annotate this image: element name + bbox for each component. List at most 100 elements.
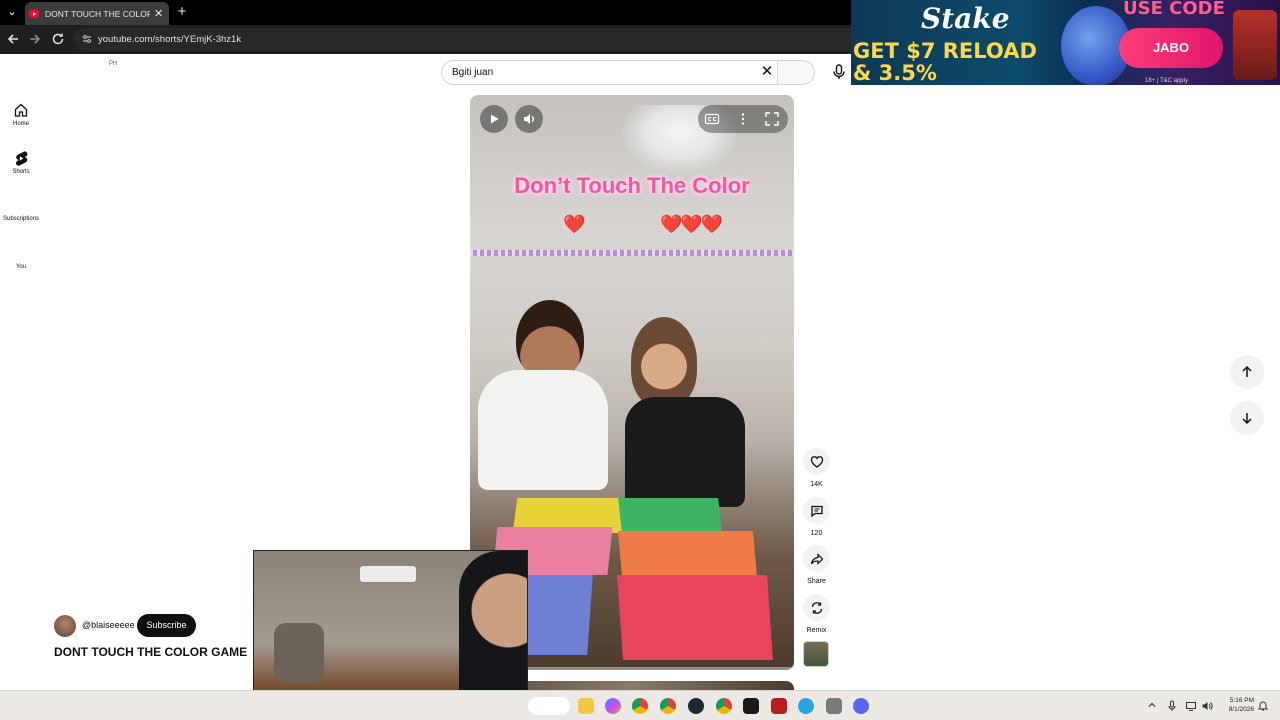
telegram-icon[interactable] bbox=[798, 698, 814, 714]
youtube-favicon-icon bbox=[29, 9, 39, 18]
microphone-icon[interactable] bbox=[830, 63, 848, 81]
comment-button[interactable] bbox=[803, 497, 830, 524]
ad-code-button[interactable]: JABO bbox=[1119, 28, 1223, 68]
sidebar-item-subscriptions[interactable]: Subscriptions bbox=[0, 216, 42, 222]
like-button[interactable] bbox=[803, 448, 830, 475]
shorts-icon bbox=[16, 151, 28, 166]
sidebar-item-home[interactable]: Home bbox=[0, 102, 42, 127]
discord-icon[interactable] bbox=[853, 698, 869, 714]
more-options-icon[interactable] bbox=[735, 111, 751, 127]
share-label: Share bbox=[807, 578, 826, 585]
ad-brand-logo: Stake bbox=[921, 2, 1010, 35]
taskbar-search-box[interactable] bbox=[528, 697, 570, 715]
notification-icon[interactable] bbox=[1257, 700, 1269, 712]
chrome-icon[interactable] bbox=[632, 698, 648, 714]
region-code: PH bbox=[109, 61, 118, 67]
play-button[interactable] bbox=[480, 105, 508, 133]
paper-red bbox=[617, 575, 773, 660]
captions-icon[interactable] bbox=[704, 111, 720, 127]
ad-use-code-label: USE CODE bbox=[1123, 0, 1225, 19]
forward-icon[interactable] bbox=[27, 31, 43, 47]
player-controls-group bbox=[698, 105, 788, 133]
subscribe-button[interactable]: Subscribe bbox=[137, 614, 196, 637]
search-query: Bgiti juan bbox=[452, 67, 494, 78]
next-short-button[interactable] bbox=[1230, 401, 1264, 435]
terminal-icon[interactable] bbox=[743, 698, 759, 714]
channel-name[interactable]: @blaiseeeee bbox=[82, 620, 135, 630]
arrow-up-icon bbox=[1242, 365, 1252, 377]
play-icon bbox=[491, 114, 499, 124]
ad-fine-print: 18+ | T&C apply bbox=[1145, 78, 1188, 84]
like-action[interactable]: 14K bbox=[803, 448, 830, 488]
paper-green bbox=[618, 498, 722, 533]
search-button[interactable] bbox=[777, 60, 815, 85]
audio-source-thumbnail[interactable] bbox=[803, 641, 829, 667]
heart-icon bbox=[810, 455, 823, 468]
home-icon bbox=[14, 103, 28, 117]
share-button[interactable] bbox=[803, 545, 830, 572]
channel-avatar[interactable] bbox=[54, 615, 76, 637]
comment-count: 120 bbox=[810, 530, 823, 537]
tray-volume-icon[interactable] bbox=[1201, 700, 1213, 712]
url-text: youtube.com/shorts/YEmjK-3hz1k bbox=[98, 34, 242, 45]
new-tab-button[interactable]: + bbox=[174, 3, 190, 21]
sidebar-item-you[interactable]: You bbox=[0, 264, 42, 270]
stake-ad-banner[interactable]: Stake GET $7 RELOAD & 3.5% RAKEBACK! USE… bbox=[851, 0, 1280, 85]
like-count: 14K bbox=[810, 481, 823, 488]
search-input[interactable]: Bgiti juan bbox=[441, 60, 777, 85]
address-bar[interactable]: youtube.com/shorts/YEmjK-3hz1k bbox=[74, 28, 851, 51]
webcam-chair bbox=[274, 623, 324, 683]
tray-microphone-icon[interactable] bbox=[1166, 700, 1178, 712]
browser-toolbar: youtube.com/shorts/YEmjK-3hz1k bbox=[0, 25, 851, 54]
volume-button[interactable] bbox=[515, 105, 543, 133]
sidebar-label-shorts: Shorts bbox=[12, 169, 30, 175]
video-hearts-left: ❤️ bbox=[563, 214, 586, 234]
video-scene-led-strip bbox=[470, 250, 794, 256]
sidebar-label-home: Home bbox=[12, 121, 29, 127]
fullscreen-icon[interactable] bbox=[764, 111, 780, 127]
share-icon bbox=[810, 552, 823, 565]
paper-orange bbox=[617, 531, 758, 577]
comment-icon bbox=[810, 505, 823, 517]
clock-time: 5:16 PM bbox=[1229, 697, 1254, 704]
reload-icon[interactable] bbox=[50, 31, 66, 47]
clock-date: 8/1/2026 bbox=[1228, 706, 1254, 713]
previous-short-button[interactable] bbox=[1230, 355, 1264, 389]
sidebar-label-you: You bbox=[15, 264, 27, 270]
windows-taskbar: 5:16 PM 8/1/2026 bbox=[0, 690, 1280, 720]
search-clear-icon[interactable]: ✕ bbox=[760, 63, 774, 81]
webcam-air-conditioner bbox=[360, 566, 416, 582]
screen: ⌄ DONT TOUCH THE COLOR GAME ✕ + youtube.… bbox=[0, 0, 1280, 720]
sidebar-item-shorts[interactable]: Shorts bbox=[0, 150, 42, 175]
back-icon[interactable] bbox=[5, 31, 21, 47]
browser-tab-active[interactable]: DONT TOUCH THE COLOR GAME ✕ bbox=[25, 2, 169, 25]
share-action[interactable]: Share bbox=[803, 545, 830, 585]
chrome-second-profile-icon[interactable] bbox=[716, 698, 732, 714]
video-title[interactable]: DONT TOUCH THE COLOR GAME bbox=[54, 645, 247, 659]
ad-headline: GET $7 RELOAD & 3.5% RAKEBACK! bbox=[853, 39, 1037, 85]
steam-icon[interactable] bbox=[688, 698, 704, 714]
copilot-icon[interactable] bbox=[605, 698, 621, 714]
video-hearts-right: ❤️❤️❤️ bbox=[660, 214, 723, 234]
remix-icon bbox=[811, 601, 822, 614]
chrome-profile-icon[interactable] bbox=[660, 698, 676, 714]
tray-overflow-icon[interactable] bbox=[1146, 700, 1158, 712]
taskbar-clock[interactable]: 5:16 PM 8/1/2026 bbox=[1218, 696, 1254, 714]
remix-button[interactable] bbox=[803, 594, 830, 621]
game-launcher-icon[interactable] bbox=[771, 698, 787, 714]
tab-title: DONT TOUCH THE COLOR GAME bbox=[45, 8, 150, 19]
sidebar-label-subscriptions: Subscriptions bbox=[2, 216, 40, 222]
site-info-icon[interactable] bbox=[82, 34, 94, 46]
snipping-tool-icon[interactable] bbox=[826, 698, 842, 714]
comment-action[interactable]: 120 bbox=[803, 497, 830, 537]
browser-tab-strip: ⌄ DONT TOUCH THE COLOR GAME ✕ + bbox=[0, 0, 851, 25]
file-explorer-icon[interactable] bbox=[578, 698, 594, 714]
tab-search-icon[interactable]: ⌄ bbox=[4, 4, 20, 20]
ad-decor-dice bbox=[1233, 10, 1277, 80]
volume-icon bbox=[524, 114, 534, 124]
remix-label: Remix bbox=[806, 627, 827, 634]
tab-close-icon[interactable]: ✕ bbox=[154, 8, 163, 20]
arrow-down-icon bbox=[1242, 413, 1252, 425]
remix-action[interactable]: Remix bbox=[803, 594, 830, 634]
tray-network-icon[interactable] bbox=[1185, 700, 1197, 712]
